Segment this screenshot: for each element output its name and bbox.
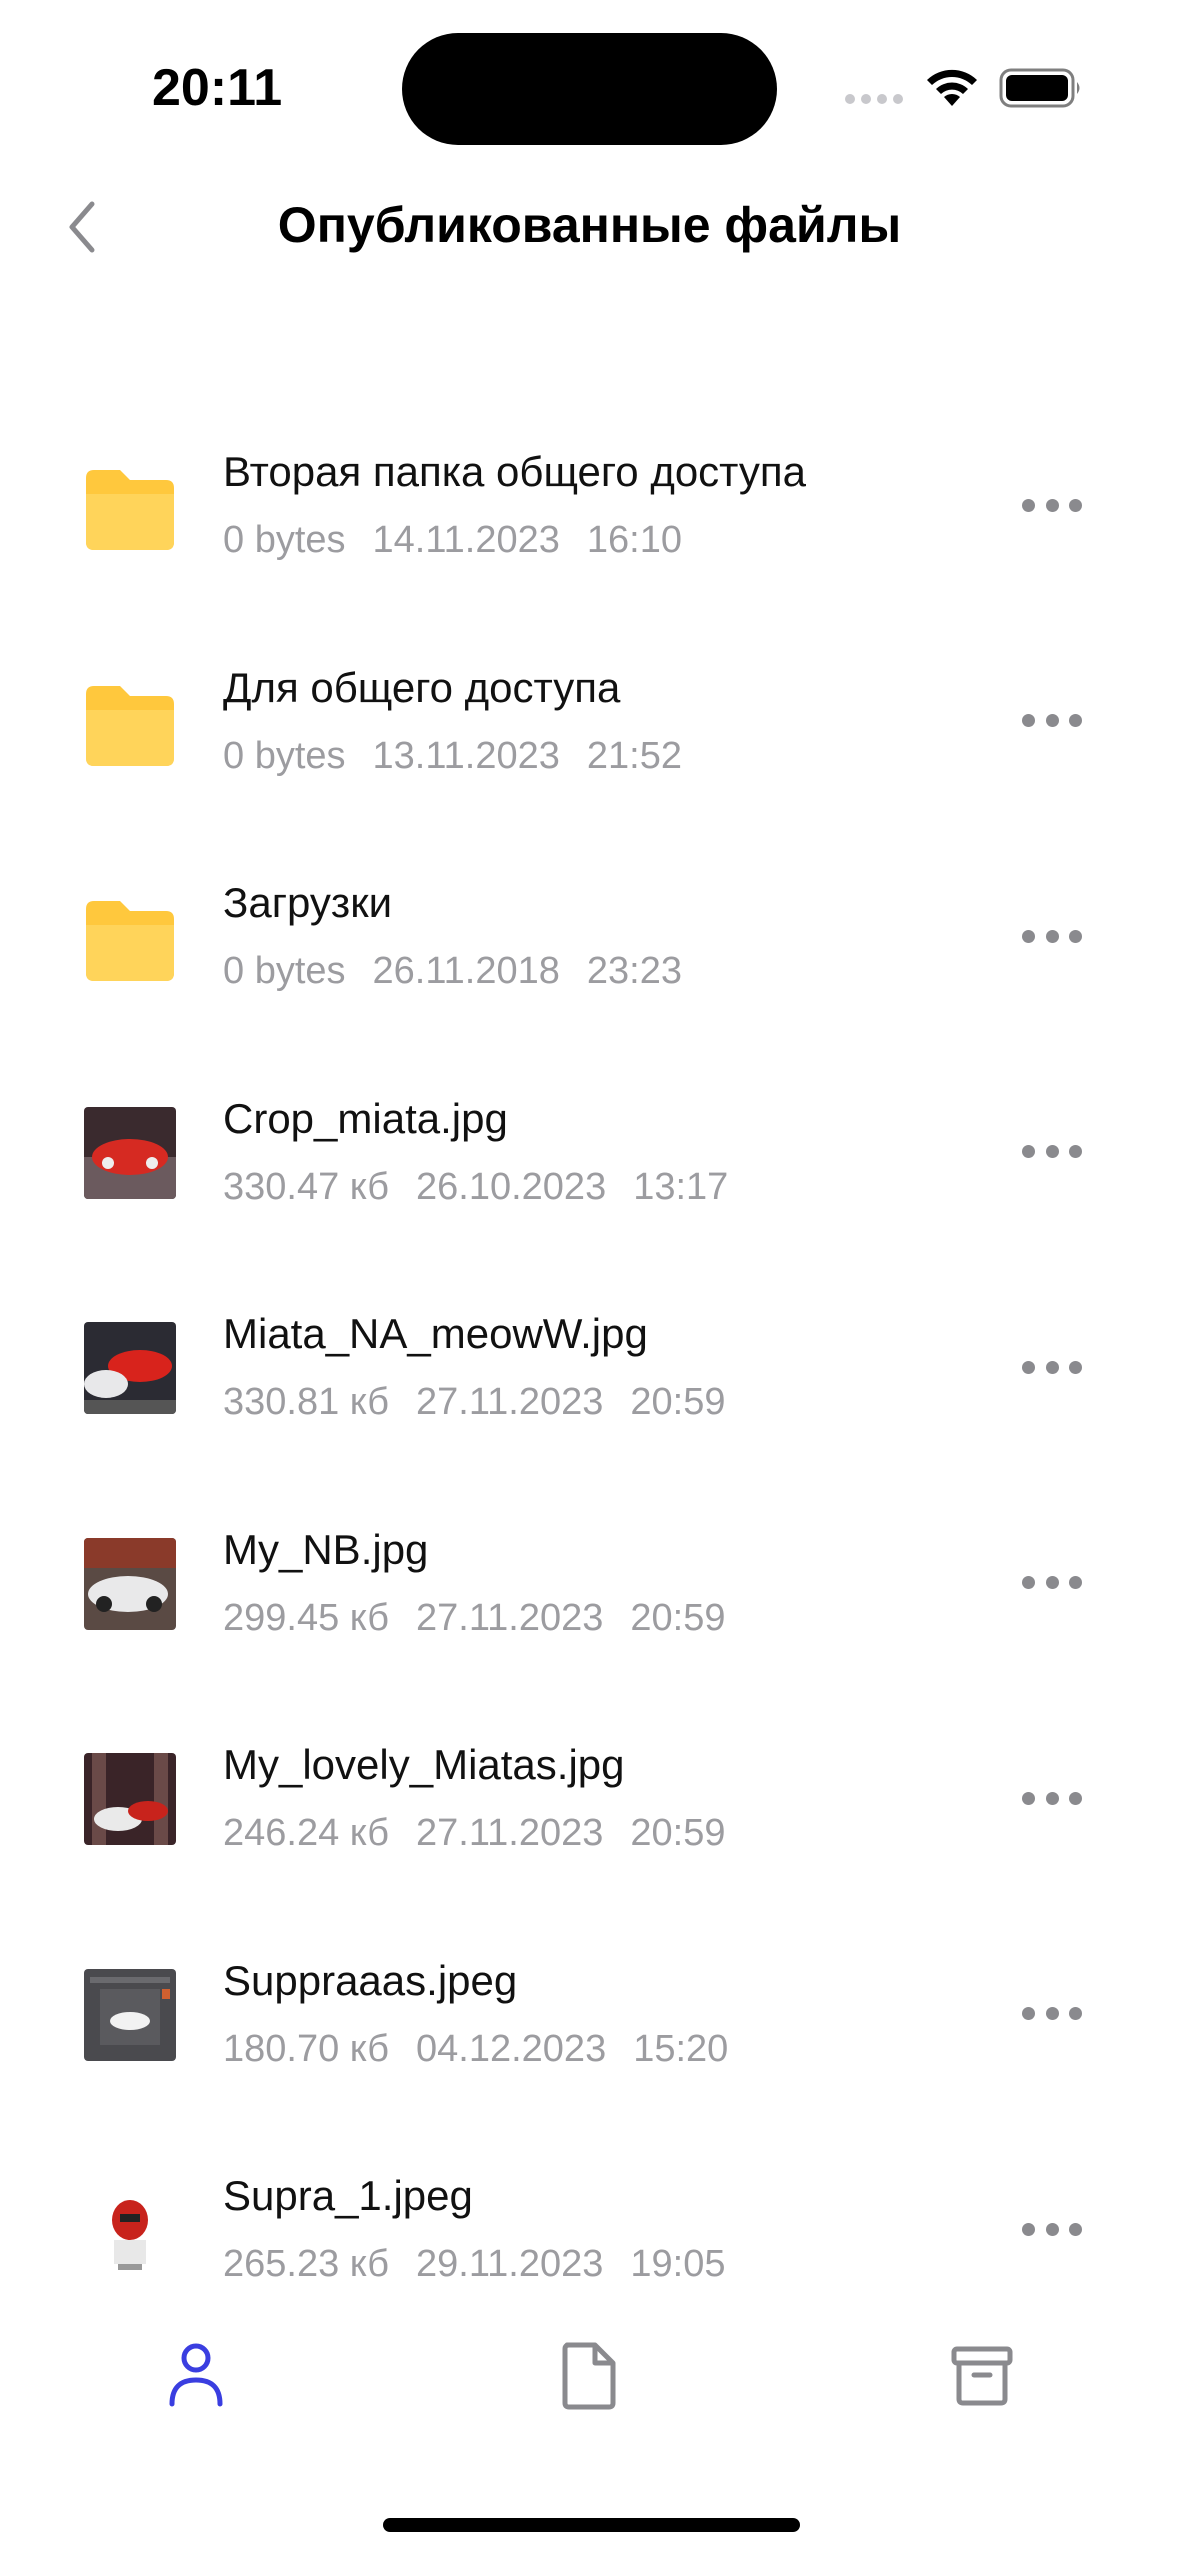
file-size: 330.47 кб — [223, 1165, 390, 1208]
more-options-icon[interactable] — [1022, 714, 1082, 728]
file-name: My_NB.jpg — [223, 1525, 429, 1573]
file-name: Supra_1.jpeg — [223, 2172, 473, 2219]
file-size: 180.70 кб — [223, 2027, 390, 2070]
file-time: 15:20 — [633, 2027, 729, 2070]
file-list: Вторая папка общего доступа 0 bytes 14.1… — [0, 400, 1179, 2340]
file-time: 19:05 — [630, 2243, 726, 2285]
image-thumbnail — [84, 1753, 176, 1845]
tab-files[interactable] — [544, 2330, 634, 2420]
file-date: 04.12.2023 — [416, 2027, 607, 2070]
file-time: 20:59 — [630, 1381, 726, 1423]
file-time: 20:59 — [630, 1812, 726, 1854]
more-options-icon[interactable] — [1022, 929, 1082, 943]
folder-icon — [84, 891, 176, 983]
file-size: 0 bytes — [223, 519, 346, 561]
file-date: 29.11.2023 — [416, 2243, 604, 2285]
file-meta: 265.23 кб 29.11.2023 19:05 — [223, 2243, 725, 2286]
file-date: 13.11.2023 — [372, 734, 560, 777]
dynamic-island — [402, 33, 777, 145]
archive-icon — [951, 2346, 1013, 2406]
file-size: 265.23 кб — [223, 2243, 390, 2285]
list-item[interactable]: Для общего доступа 0 bytes 13.11.2023 21… — [0, 616, 1179, 832]
more-options-icon[interactable] — [1022, 2007, 1082, 2021]
file-name: Загрузки — [223, 879, 393, 926]
file-meta: 246.24 кб 27.11.2023 20:59 — [223, 1812, 725, 1855]
file-date: 14.11.2023 — [372, 519, 560, 561]
file-meta: 330.47 кб 26.10.2023 13:17 — [223, 1166, 728, 1209]
file-size: 246.24 кб — [223, 1812, 390, 1854]
cellular-signal-icon — [845, 94, 903, 104]
more-options-icon[interactable] — [1022, 1576, 1082, 1590]
folder-icon — [84, 676, 176, 768]
file-size: 330.81 кб — [223, 1381, 390, 1423]
image-thumbnail — [84, 1968, 176, 2061]
screen: 20:11 Опубликованные файлы Вторая папка … — [0, 0, 1179, 2556]
file-time: 23:23 — [586, 950, 682, 992]
list-item[interactable]: Miata_NA_meowW.jpg 330.81 кб 27.11.2023 … — [0, 1262, 1179, 1478]
tab-archive[interactable] — [937, 2330, 1027, 2420]
more-options-icon[interactable] — [1022, 1145, 1082, 1159]
file-time: 16:10 — [586, 519, 682, 561]
list-item[interactable]: My_NB.jpg 299.45 кб 27.11.2023 20:59 — [0, 1478, 1179, 1694]
tab-profile[interactable] — [151, 2330, 241, 2420]
file-name: Вторая папка общего доступа — [223, 448, 806, 495]
file-meta: 299.45 кб 27.11.2023 20:59 — [223, 1597, 725, 1640]
page-title: Опубликованные файлы — [277, 197, 902, 253]
file-name: My_lovely_Miatas.jpg — [223, 1741, 625, 1788]
more-options-icon[interactable] — [1022, 2222, 1082, 2236]
file-size: 0 bytes — [223, 950, 346, 992]
file-date: 26.11.2018 — [372, 950, 560, 992]
list-item[interactable]: Crop_miata.jpg 330.47 кб 26.10.2023 13:1… — [0, 1047, 1179, 1263]
file-meta: 0 bytes 26.11.2018 23:23 — [223, 950, 682, 993]
folder-icon — [84, 460, 176, 552]
battery-icon — [999, 68, 1080, 108]
person-icon — [169, 2343, 223, 2407]
file-date: 27.11.2023 — [416, 1381, 604, 1423]
list-item[interactable]: Suppraaas.jpeg 180.70 кб 04.12.2023 15:2… — [0, 1909, 1179, 2125]
file-date: 26.10.2023 — [416, 1165, 607, 1208]
file-meta: 0 bytes 14.11.2023 16:10 — [223, 519, 682, 562]
file-date: 27.11.2023 — [416, 1596, 604, 1639]
status-bar: 20:11 — [0, 0, 1179, 170]
home-indicator[interactable] — [383, 2518, 800, 2532]
more-options-icon[interactable] — [1022, 498, 1082, 512]
file-meta: 330.81 кб 27.11.2023 20:59 — [223, 1381, 725, 1424]
more-options-icon[interactable] — [1022, 1791, 1082, 1805]
file-name: Suppraaas.jpeg — [223, 1956, 518, 2004]
file-meta: 0 bytes 13.11.2023 21:52 — [223, 735, 682, 778]
image-thumbnail — [84, 2184, 176, 2276]
document-icon — [562, 2342, 616, 2410]
file-name: Crop_miata.jpg — [223, 1094, 508, 1142]
image-thumbnail — [84, 1106, 176, 1199]
file-size: 0 bytes — [223, 734, 346, 777]
list-item[interactable]: Загрузки 0 bytes 26.11.2018 23:23 — [0, 831, 1179, 1047]
file-time: 13:17 — [633, 1165, 729, 1208]
wifi-icon — [927, 69, 977, 106]
more-options-icon[interactable] — [1022, 1360, 1082, 1374]
file-time: 20:59 — [630, 1596, 726, 1639]
file-name: Miata_NA_meowW.jpg — [223, 1310, 648, 1357]
list-item[interactable]: My_lovely_Miatas.jpg 246.24 кб 27.11.202… — [0, 1693, 1179, 1909]
file-name: Для общего доступа — [223, 663, 621, 711]
file-time: 21:52 — [586, 734, 682, 777]
status-time: 20:11 — [152, 59, 283, 117]
image-thumbnail — [84, 1537, 176, 1630]
file-meta: 180.70 кб 04.12.2023 15:20 — [223, 2028, 728, 2071]
file-date: 27.11.2023 — [416, 1812, 604, 1854]
image-thumbnail — [84, 1322, 176, 1414]
tab-bar — [0, 2300, 1179, 2470]
list-item[interactable]: Вторая папка общего доступа 0 bytes 14.1… — [0, 400, 1179, 616]
file-size: 299.45 кб — [223, 1596, 390, 1639]
